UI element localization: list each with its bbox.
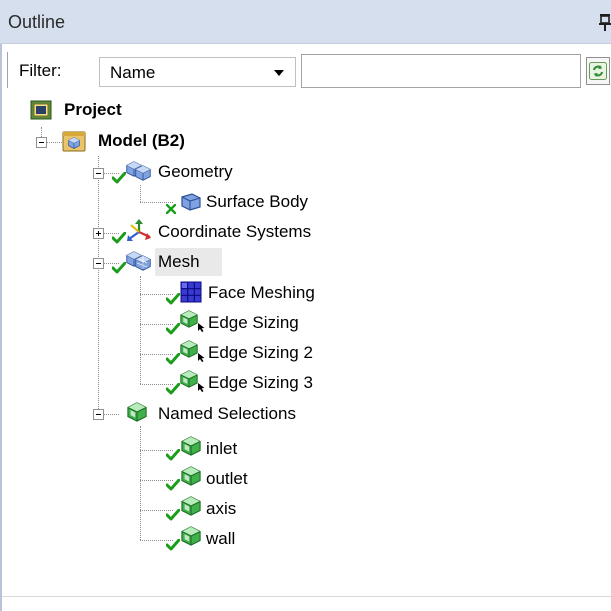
project-icon xyxy=(30,100,52,120)
tree-node-label: Project xyxy=(64,100,122,119)
status-check-icon xyxy=(166,323,180,335)
named-selection-icon xyxy=(181,436,201,456)
edge-sizing-icon xyxy=(180,310,205,332)
named-selection-icon xyxy=(127,402,147,422)
geometry-icon xyxy=(126,161,151,181)
named-selection-icon xyxy=(181,526,201,546)
named-selection-icon xyxy=(181,466,201,486)
tree-connector xyxy=(103,414,119,415)
panel-titlebar: Outline xyxy=(0,0,611,44)
tree-node-face-meshing[interactable]: Face Meshing xyxy=(166,279,366,309)
tree-node-label: inlet xyxy=(206,439,238,458)
refresh-button[interactable] xyxy=(586,57,610,85)
tree-node-coordinate-systems[interactable]: Coordinate Systems xyxy=(112,218,372,248)
tree-node-edge-sizing-3[interactable]: Edge Sizing 3 xyxy=(166,369,366,399)
filter-dropdown-value: Name xyxy=(110,63,156,82)
toolbar-grip[interactable] xyxy=(7,52,12,88)
refresh-icon xyxy=(589,62,607,80)
tree-node-label: Geometry xyxy=(158,162,233,181)
tree-node-label: Model (B2) xyxy=(98,131,185,150)
status-x-icon xyxy=(166,204,176,214)
named-selection-icon xyxy=(181,496,201,516)
status-check-icon xyxy=(166,383,180,395)
collapse-toggle-mesh[interactable] xyxy=(93,258,104,269)
panel-title: Outline xyxy=(8,12,66,32)
dropdown-arrow-icon[interactable] xyxy=(274,70,284,76)
tree-node-project[interactable]: Project xyxy=(30,97,170,127)
status-check-icon xyxy=(166,509,180,521)
expand-toggle-coordinate-systems[interactable] xyxy=(93,228,104,239)
panel-bottom-divider xyxy=(2,596,611,597)
tree-node-label: outlet xyxy=(206,469,248,488)
filter-dropdown[interactable]: Name xyxy=(99,57,296,87)
tree-node-label: Edge Sizing xyxy=(208,313,299,332)
filter-label: Filter: xyxy=(19,61,62,80)
tree-node-surface-body[interactable]: Surface Body xyxy=(166,188,356,218)
collapse-toggle-named-selections[interactable] xyxy=(93,409,104,420)
tree-node-label: Face Meshing xyxy=(208,283,315,302)
surface-body-icon xyxy=(181,193,201,211)
tree-node-label: Named Selections xyxy=(158,404,296,423)
mesh-icon xyxy=(126,251,151,271)
tree-connector xyxy=(98,156,99,411)
tree-node-named-selections[interactable]: Named Selections xyxy=(126,400,356,430)
tree-node-label: axis xyxy=(206,499,237,518)
tree-connector xyxy=(46,142,62,143)
tree-node-label: Coordinate Systems xyxy=(158,222,312,241)
tree-connector xyxy=(140,276,141,384)
tree-node-axis[interactable]: axis xyxy=(166,495,286,525)
filter-toolbar: Filter: Name xyxy=(4,50,611,94)
face-meshing-icon xyxy=(180,281,202,303)
tree-node-model[interactable]: Model (B2) xyxy=(62,127,252,157)
tree-node-label: Surface Body xyxy=(206,192,309,211)
status-check-icon xyxy=(166,479,180,491)
coordinate-systems-icon xyxy=(127,219,151,241)
tree-node-outlet[interactable]: outlet xyxy=(166,465,286,495)
status-check-icon xyxy=(166,449,180,461)
tree-connector xyxy=(140,426,141,540)
collapse-toggle-geometry[interactable] xyxy=(93,168,104,179)
tree-node-geometry[interactable]: Geometry xyxy=(112,158,272,188)
outline-panel: Outline Filter: Name Project Model (B2) … xyxy=(0,0,611,611)
pin-icon[interactable] xyxy=(598,13,611,31)
tree-node-label: wall xyxy=(206,529,236,548)
panel-left-border xyxy=(0,44,2,611)
tree-node-label: Mesh xyxy=(158,252,200,271)
tree-node-edge-sizing[interactable]: Edge Sizing xyxy=(166,309,366,339)
tree-node-label: Edge Sizing 2 xyxy=(208,343,313,362)
status-check-icon xyxy=(112,262,126,274)
tree-node-wall[interactable]: wall xyxy=(166,525,286,555)
status-check-icon xyxy=(112,172,126,184)
status-check-icon xyxy=(166,293,180,305)
collapse-toggle-model[interactable] xyxy=(36,137,47,148)
edge-sizing-icon xyxy=(180,340,205,362)
status-check-icon xyxy=(112,232,126,244)
tree-node-label: Edge Sizing 3 xyxy=(208,373,313,392)
tree-node-inlet[interactable]: inlet xyxy=(166,435,286,465)
status-check-icon xyxy=(166,353,180,365)
tree-connector xyxy=(41,127,42,137)
tree-node-edge-sizing-2[interactable]: Edge Sizing 2 xyxy=(166,339,366,369)
filter-search-input[interactable] xyxy=(301,54,581,88)
status-check-icon xyxy=(166,539,180,551)
tree-node-mesh[interactable]: Mesh xyxy=(112,248,232,278)
model-icon xyxy=(62,131,86,152)
edge-sizing-icon xyxy=(180,370,205,392)
